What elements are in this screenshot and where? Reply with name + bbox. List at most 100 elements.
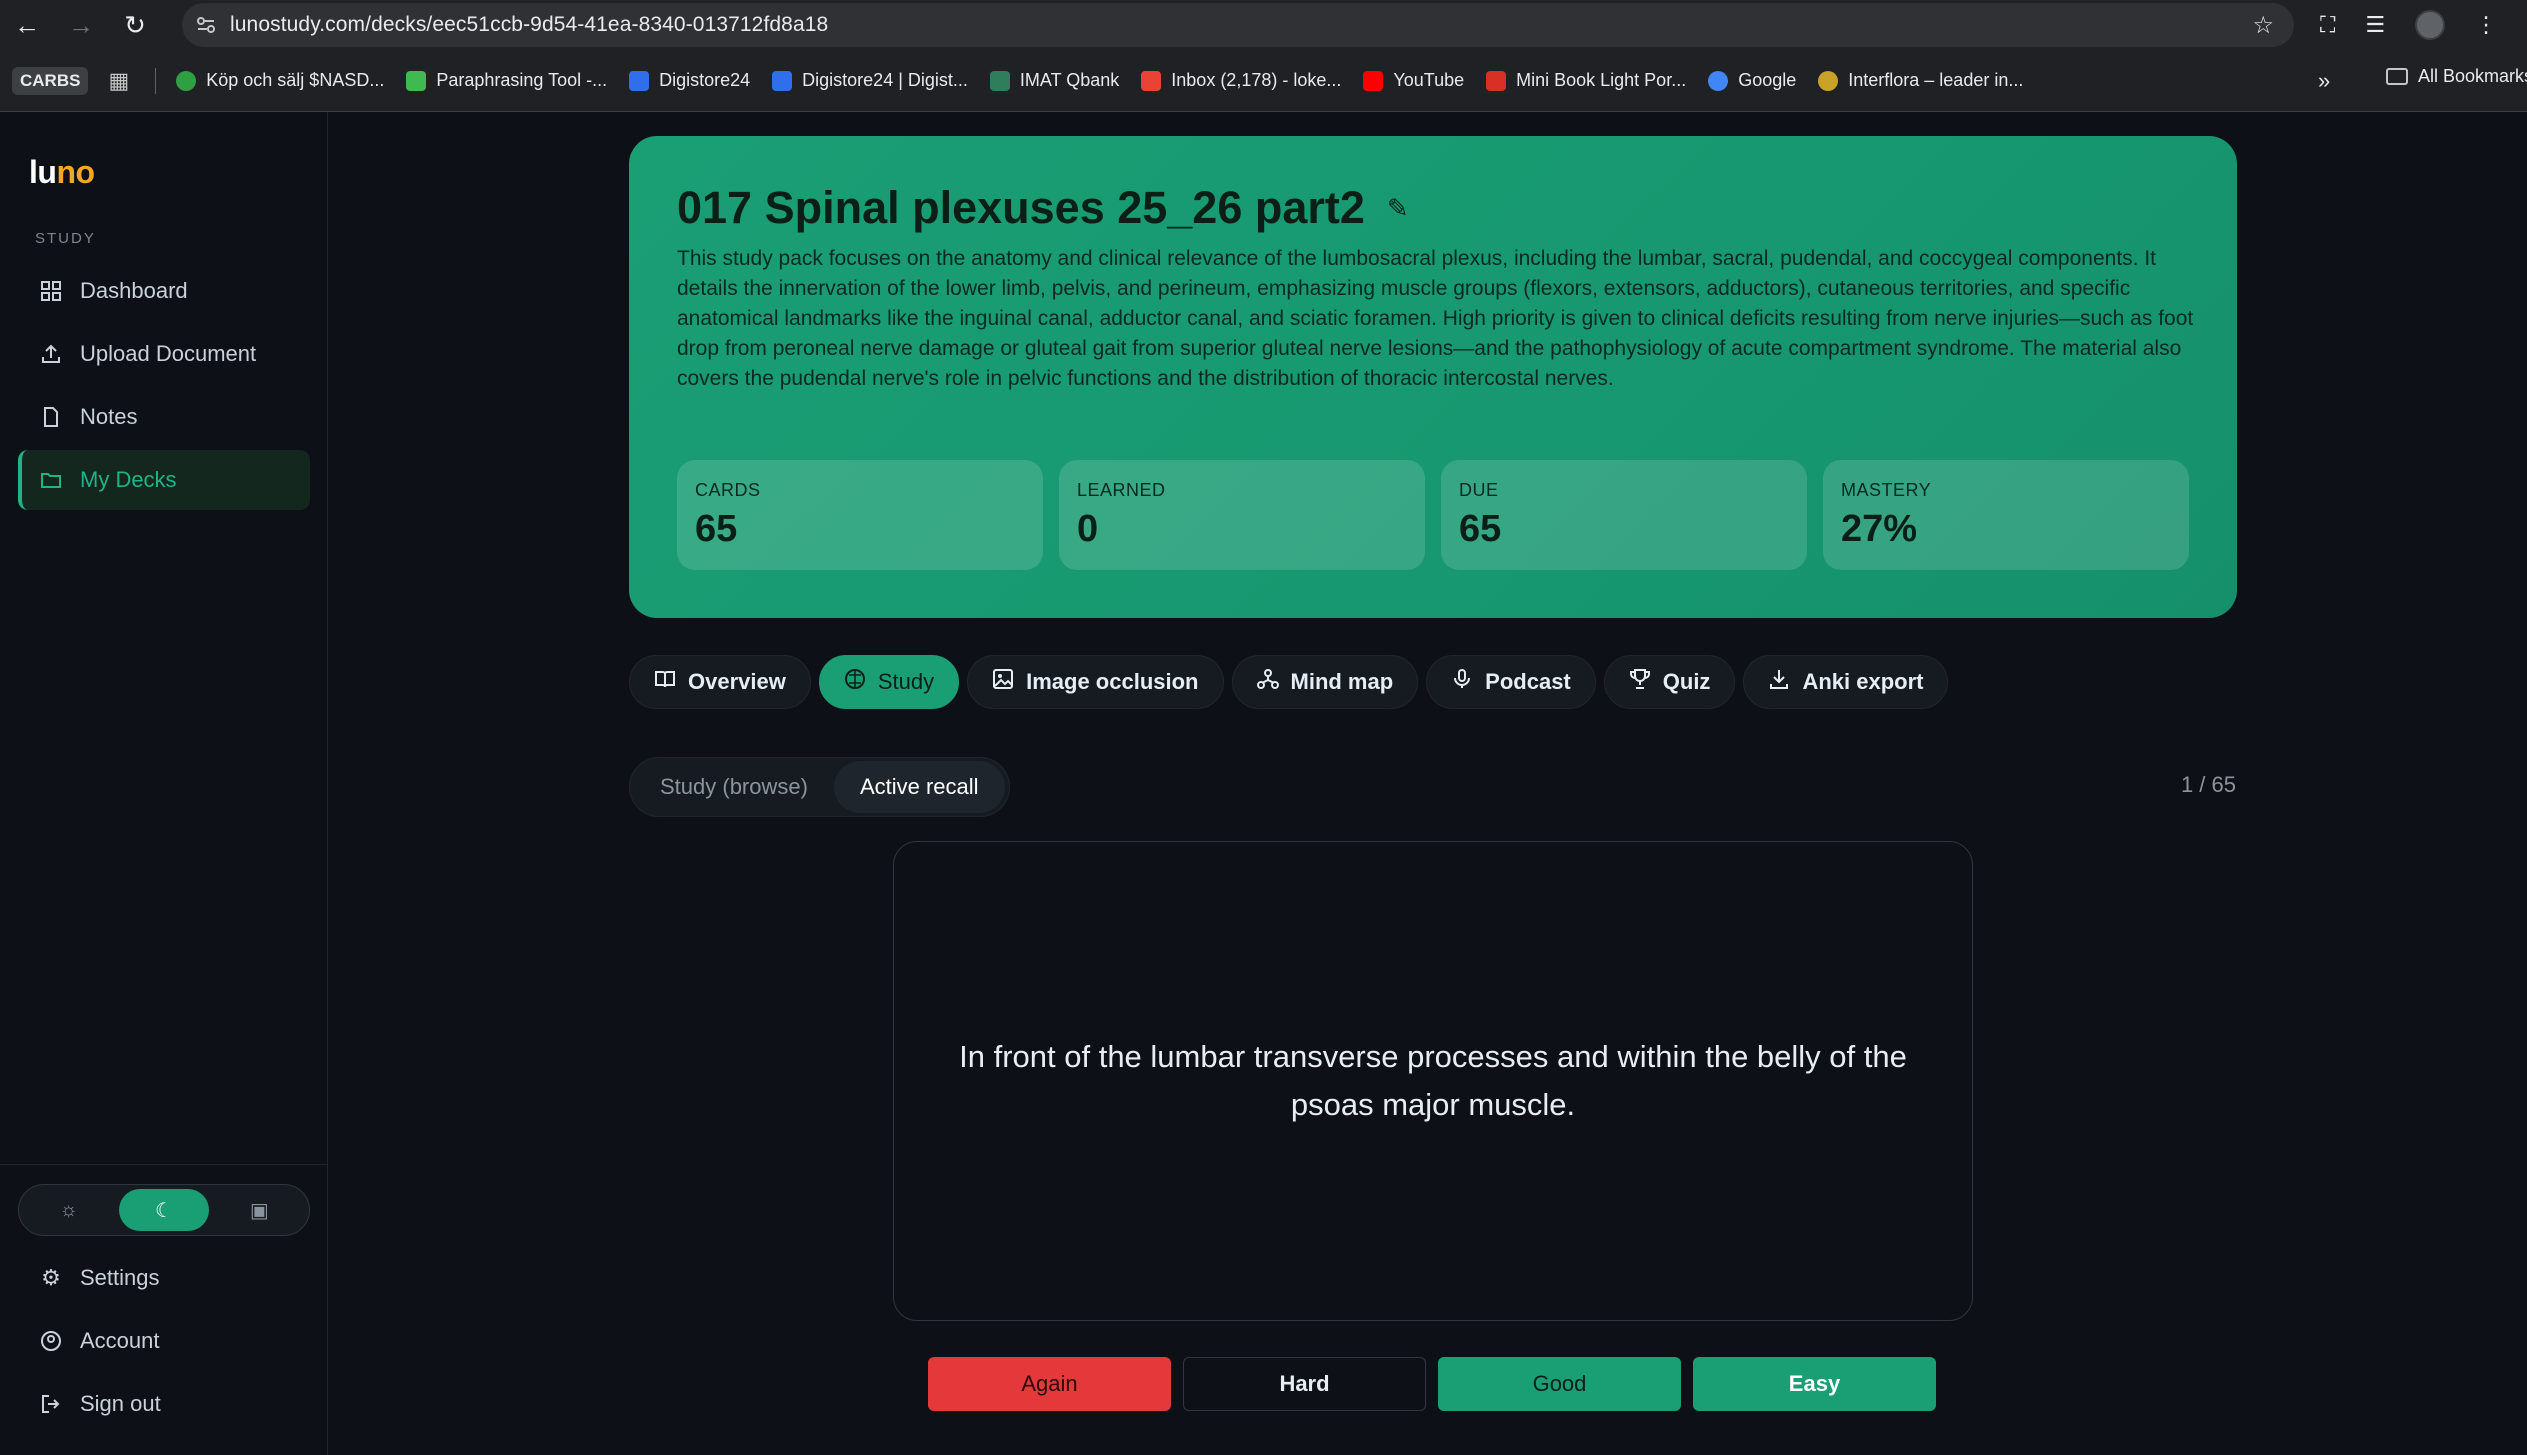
sidebar-item-account[interactable]: Account: [18, 1311, 310, 1371]
card-counter: 1 / 65: [2180, 772, 2236, 797]
stat-label: MASTERY: [1841, 480, 1932, 500]
brain-icon: [844, 668, 866, 696]
account-icon: [40, 1330, 62, 1352]
deck-header-card: 017 Spinal plexuses 25_26 part2 ✎ This s…: [629, 136, 2237, 618]
hard-button[interactable]: Hard: [1183, 1357, 1426, 1411]
bookmark-item[interactable]: Google: [1708, 70, 1796, 91]
study-mode-toggle: Study (browse) Active recall: [629, 757, 1010, 817]
notes-icon: [40, 406, 62, 428]
bookmark-item[interactable]: Mini Book Light Por...: [1486, 70, 1686, 91]
stat-label: LEARNED: [1077, 480, 1166, 500]
bookmark-item[interactable]: Digistore24 | Digist...: [772, 70, 968, 91]
tab-quiz[interactable]: Quiz: [1603, 655, 1736, 709]
gear-icon: ⚙: [41, 1265, 61, 1290]
book-icon: [654, 668, 676, 696]
grade-buttons: Again Hard Good Easy: [928, 1357, 1936, 1411]
sidebar-item-notes[interactable]: Notes: [18, 387, 310, 447]
edit-pencil-icon[interactable]: ✎: [1387, 193, 1409, 224]
stat-card-learned: LEARNED 0: [1059, 460, 1425, 570]
sidebar-item-dashboard[interactable]: Dashboard: [18, 261, 310, 321]
browser-toolbar: ← → ↻ lunostudy.com/decks/eec51ccb-9d54-…: [0, 0, 2527, 50]
favicon-icon: [176, 70, 197, 91]
tab-mind-map[interactable]: Mind map: [1231, 655, 1419, 709]
sidebar-item-label: Settings: [80, 1265, 160, 1290]
favicon-icon: [989, 70, 1010, 91]
apps-grid-icon[interactable]: ▦: [108, 68, 129, 94]
all-bookmarks-button[interactable]: All Bookmarks: [2386, 66, 2527, 87]
light-mode-icon[interactable]: ☼: [24, 1189, 113, 1231]
theme-toggle: ☼ ☾ ▣: [18, 1184, 310, 1236]
sidebar-divider: [0, 1164, 328, 1165]
sidebar-item-sign-out[interactable]: Sign out: [18, 1374, 310, 1434]
sidebar-item-label: Notes: [80, 404, 138, 429]
easy-button[interactable]: Easy: [1693, 1357, 1936, 1411]
youtube-icon: [1363, 70, 1384, 91]
media-controls-icon[interactable]: ☰: [2365, 12, 2385, 38]
section-label: STUDY: [35, 230, 96, 247]
url-text[interactable]: lunostudy.com/decks/eec51ccb-9d54-41ea-8…: [230, 13, 828, 37]
sign-out-icon: [40, 1393, 62, 1415]
google-icon: [1708, 70, 1729, 91]
stat-card-mastery: MASTERY 27%: [1823, 460, 2189, 570]
extensions-icon[interactable]: ⛶: [2320, 12, 2335, 38]
good-button[interactable]: Good: [1438, 1357, 1681, 1411]
gmail-icon: [1141, 70, 1162, 91]
folder-icon: [2386, 68, 2408, 85]
sidebar-item-label: Upload Document: [80, 341, 257, 366]
sidebar-item-label: Dashboard: [80, 278, 188, 303]
system-mode-icon[interactable]: ▣: [215, 1189, 304, 1231]
sidebar-item-label: Sign out: [80, 1391, 161, 1416]
bookmark-item[interactable]: Digistore24: [629, 70, 750, 91]
upload-icon: [40, 343, 62, 365]
trophy-icon: [1629, 668, 1651, 696]
flashcard-text: In front of the lumbar transverse proces…: [959, 1039, 1907, 1122]
bookmark-item[interactable]: Köp och sälj $NASD...: [176, 70, 384, 91]
flashcard[interactable]: In front of the lumbar transverse proces…: [893, 841, 1973, 1321]
bookmark-badge[interactable]: CARBS: [12, 66, 89, 95]
folder-icon: [40, 469, 62, 491]
tab-podcast[interactable]: Podcast: [1426, 655, 1596, 709]
mode-study-browse[interactable]: Study (browse): [634, 761, 834, 813]
bookmark-item[interactable]: IMAT Qbank: [989, 70, 1119, 91]
tab-anki-export[interactable]: Anki export: [1743, 655, 1949, 709]
bookmarks-bar: CARBS ▦ Köp och sälj $NASD... Paraphrasi…: [0, 50, 2527, 112]
address-bar[interactable]: lunostudy.com/decks/eec51ccb-9d54-41ea-8…: [182, 3, 2294, 47]
bookmark-item[interactable]: Paraphrasing Tool -...: [406, 70, 607, 91]
dashboard-icon: [40, 280, 62, 302]
page-title: 017 Spinal plexuses 25_26 part2 ✎: [677, 182, 1409, 234]
bookmark-item[interactable]: YouTube: [1363, 70, 1464, 91]
bookmark-star-icon[interactable]: ☆: [2252, 11, 2274, 40]
mind-map-icon: [1256, 668, 1279, 696]
site-info-icon[interactable]: [182, 14, 230, 36]
again-button[interactable]: Again: [928, 1357, 1171, 1411]
forward-icon[interactable]: →: [54, 0, 108, 50]
back-icon[interactable]: ←: [0, 0, 54, 50]
favicon-icon: [1818, 70, 1839, 91]
stat-card-cards: CARDS 65: [677, 460, 1043, 570]
profile-avatar[interactable]: [2415, 10, 2446, 40]
bookmark-item[interactable]: Interflora – leader in...: [1818, 70, 2023, 91]
deck-description: This study pack focuses on the anatomy a…: [677, 247, 2194, 390]
sidebar-item-my-decks[interactable]: My Decks: [18, 450, 310, 510]
more-bookmarks-icon[interactable]: »: [2318, 68, 2330, 94]
sidebar-item-settings[interactable]: ⚙ Settings: [18, 1248, 310, 1308]
dark-mode-icon[interactable]: ☾: [119, 1189, 209, 1231]
menu-icon[interactable]: ⋮: [2475, 12, 2497, 38]
app-logo[interactable]: luno: [29, 154, 95, 191]
tab-image-occlusion[interactable]: Image occlusion: [967, 655, 1224, 709]
bookmark-item[interactable]: Inbox (2,178) - loke...: [1141, 70, 1341, 91]
tab-overview[interactable]: Overview: [629, 655, 811, 709]
sidebar-item-upload-document[interactable]: Upload Document: [18, 324, 310, 384]
download-icon: [1768, 668, 1790, 696]
favicon-icon: [406, 70, 427, 91]
mode-active-recall[interactable]: Active recall: [833, 761, 1005, 813]
microphone-icon: [1451, 668, 1473, 696]
deck-tabs: Overview Study Image occlusion Mind map …: [629, 655, 1949, 709]
favicon-icon: [629, 70, 650, 91]
tab-study[interactable]: Study: [818, 655, 960, 709]
stat-label: CARDS: [695, 480, 761, 500]
reload-icon[interactable]: ↻: [108, 0, 162, 50]
stat-value: 27%: [1841, 508, 1918, 550]
stat-value: 65: [1459, 508, 1502, 550]
image-icon: [992, 668, 1014, 696]
